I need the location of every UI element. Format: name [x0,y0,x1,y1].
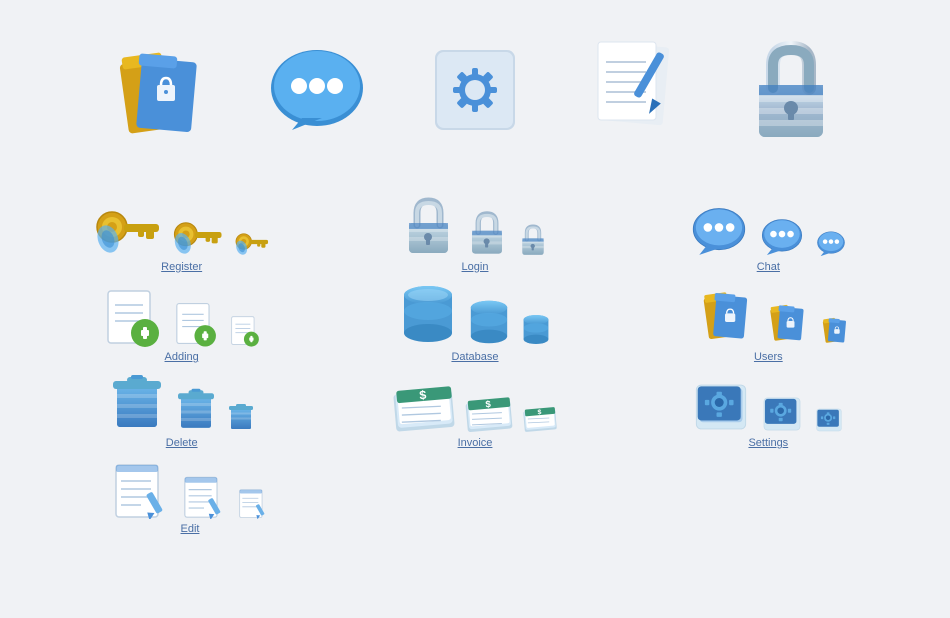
login-lock-md-icon [466,209,508,257]
users-sm-icon [815,314,847,347]
invoice-md-icon: $ [465,395,513,433]
delete-md-icon [175,385,217,433]
login-lock-lg-icon [401,195,456,257]
lock-hero-icon [731,30,851,155]
register-key-sm-icon [234,227,270,257]
login-lock-sm-icon [518,223,548,257]
database-sm-icon [521,312,551,347]
users-hero-icon [99,30,219,155]
database-md-icon [467,297,511,347]
settings-md-icon [760,395,804,433]
users-md-icon [759,299,805,347]
login-label: Login [462,261,489,273]
adding-sm-icon [229,312,261,347]
icon-grid: Register [20,195,930,543]
settings-sm-icon [814,407,844,433]
chat-sm-icon [815,229,847,257]
edit-lg-icon [111,457,171,519]
chat-md-icon [759,215,805,257]
edit-md-icon [181,471,227,519]
invoice-label: Invoice [458,437,493,449]
settings-hero-icon [415,30,535,155]
edit-label: Edit [181,523,200,535]
delete-lg-icon [109,371,165,433]
settings-lg-icon [692,381,750,433]
database-label: Database [451,351,498,363]
adding-label: Adding [165,351,199,363]
adding-lg-icon [103,283,163,347]
register-key-lg-icon [94,199,162,257]
register-label: Register [161,261,202,273]
invoice-sm-icon: $ [523,405,557,433]
hero-row [20,20,930,165]
chat-hero-icon [257,30,377,155]
settings-label: Settings [748,437,788,449]
chat-lg-icon [689,203,749,257]
invoice-lg-icon: $ [393,383,455,433]
delete-sm-icon [227,400,255,433]
database-lg-icon [399,281,457,347]
edit-sm-icon [237,485,269,519]
users-lg-icon [689,285,749,347]
delete-label: Delete [166,437,198,449]
svg-text:$: $ [419,388,427,403]
register-key-md-icon [172,213,224,257]
adding-md-icon [173,297,219,347]
users-label: Users [754,351,783,363]
notes-hero-icon [573,30,693,155]
chat-label: Chat [757,261,780,273]
